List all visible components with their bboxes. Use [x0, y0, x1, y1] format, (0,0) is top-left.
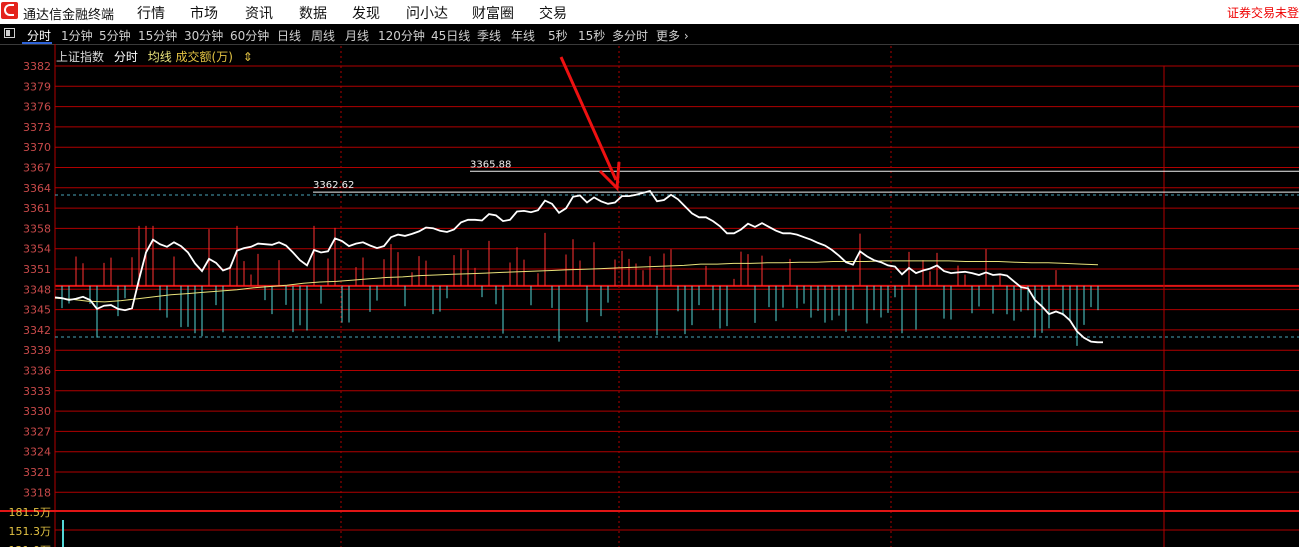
y-tick-label: 3361 [23, 202, 51, 215]
price-line [54, 189, 1099, 344]
annotation-arrow [559, 56, 618, 181]
y-tick-label: 3370 [23, 141, 51, 154]
y-tick-label: 3318 [23, 486, 51, 499]
y-tick-label: 3358 [23, 222, 51, 235]
intraday-chart[interactable]: 3382 3379 3376 3373 3370 3367 3364 3361 3358 3354… [0, 0, 1299, 547]
y-tick-label: 3342 [23, 324, 51, 337]
annotation-label: 3365.88 [470, 159, 511, 170]
y-tick-label: 3367 [23, 162, 51, 175]
y-tick-label: 3351 [23, 263, 51, 276]
annotation-label: 3362.62 [313, 180, 354, 191]
avg-line [54, 260, 1099, 303]
y-tick-label: 3354 [23, 243, 51, 256]
y-tick-label: 3330 [23, 405, 51, 418]
y-tick-label: 3376 [23, 101, 51, 114]
y-tick-label: 3373 [23, 121, 51, 134]
y-tick-label: 3333 [23, 385, 51, 398]
y-tick-label: 3379 [23, 80, 51, 93]
y-tick-label: 3382 [23, 60, 51, 73]
y-tick-label: 3339 [23, 344, 51, 357]
volume-tick-label: 151.3万 [9, 525, 52, 538]
y-tick-label: 3364 [23, 182, 51, 195]
y-tick-label: 3324 [23, 446, 51, 459]
volume-tick-label: 181.5万 [9, 506, 52, 519]
y-tick-label: 3345 [23, 304, 51, 317]
y-tick-label: 3327 [23, 425, 51, 438]
y-tick-label: 3321 [23, 466, 51, 479]
y-tick-label: 3348 [23, 283, 51, 296]
y-tick-label: 3336 [23, 365, 51, 378]
